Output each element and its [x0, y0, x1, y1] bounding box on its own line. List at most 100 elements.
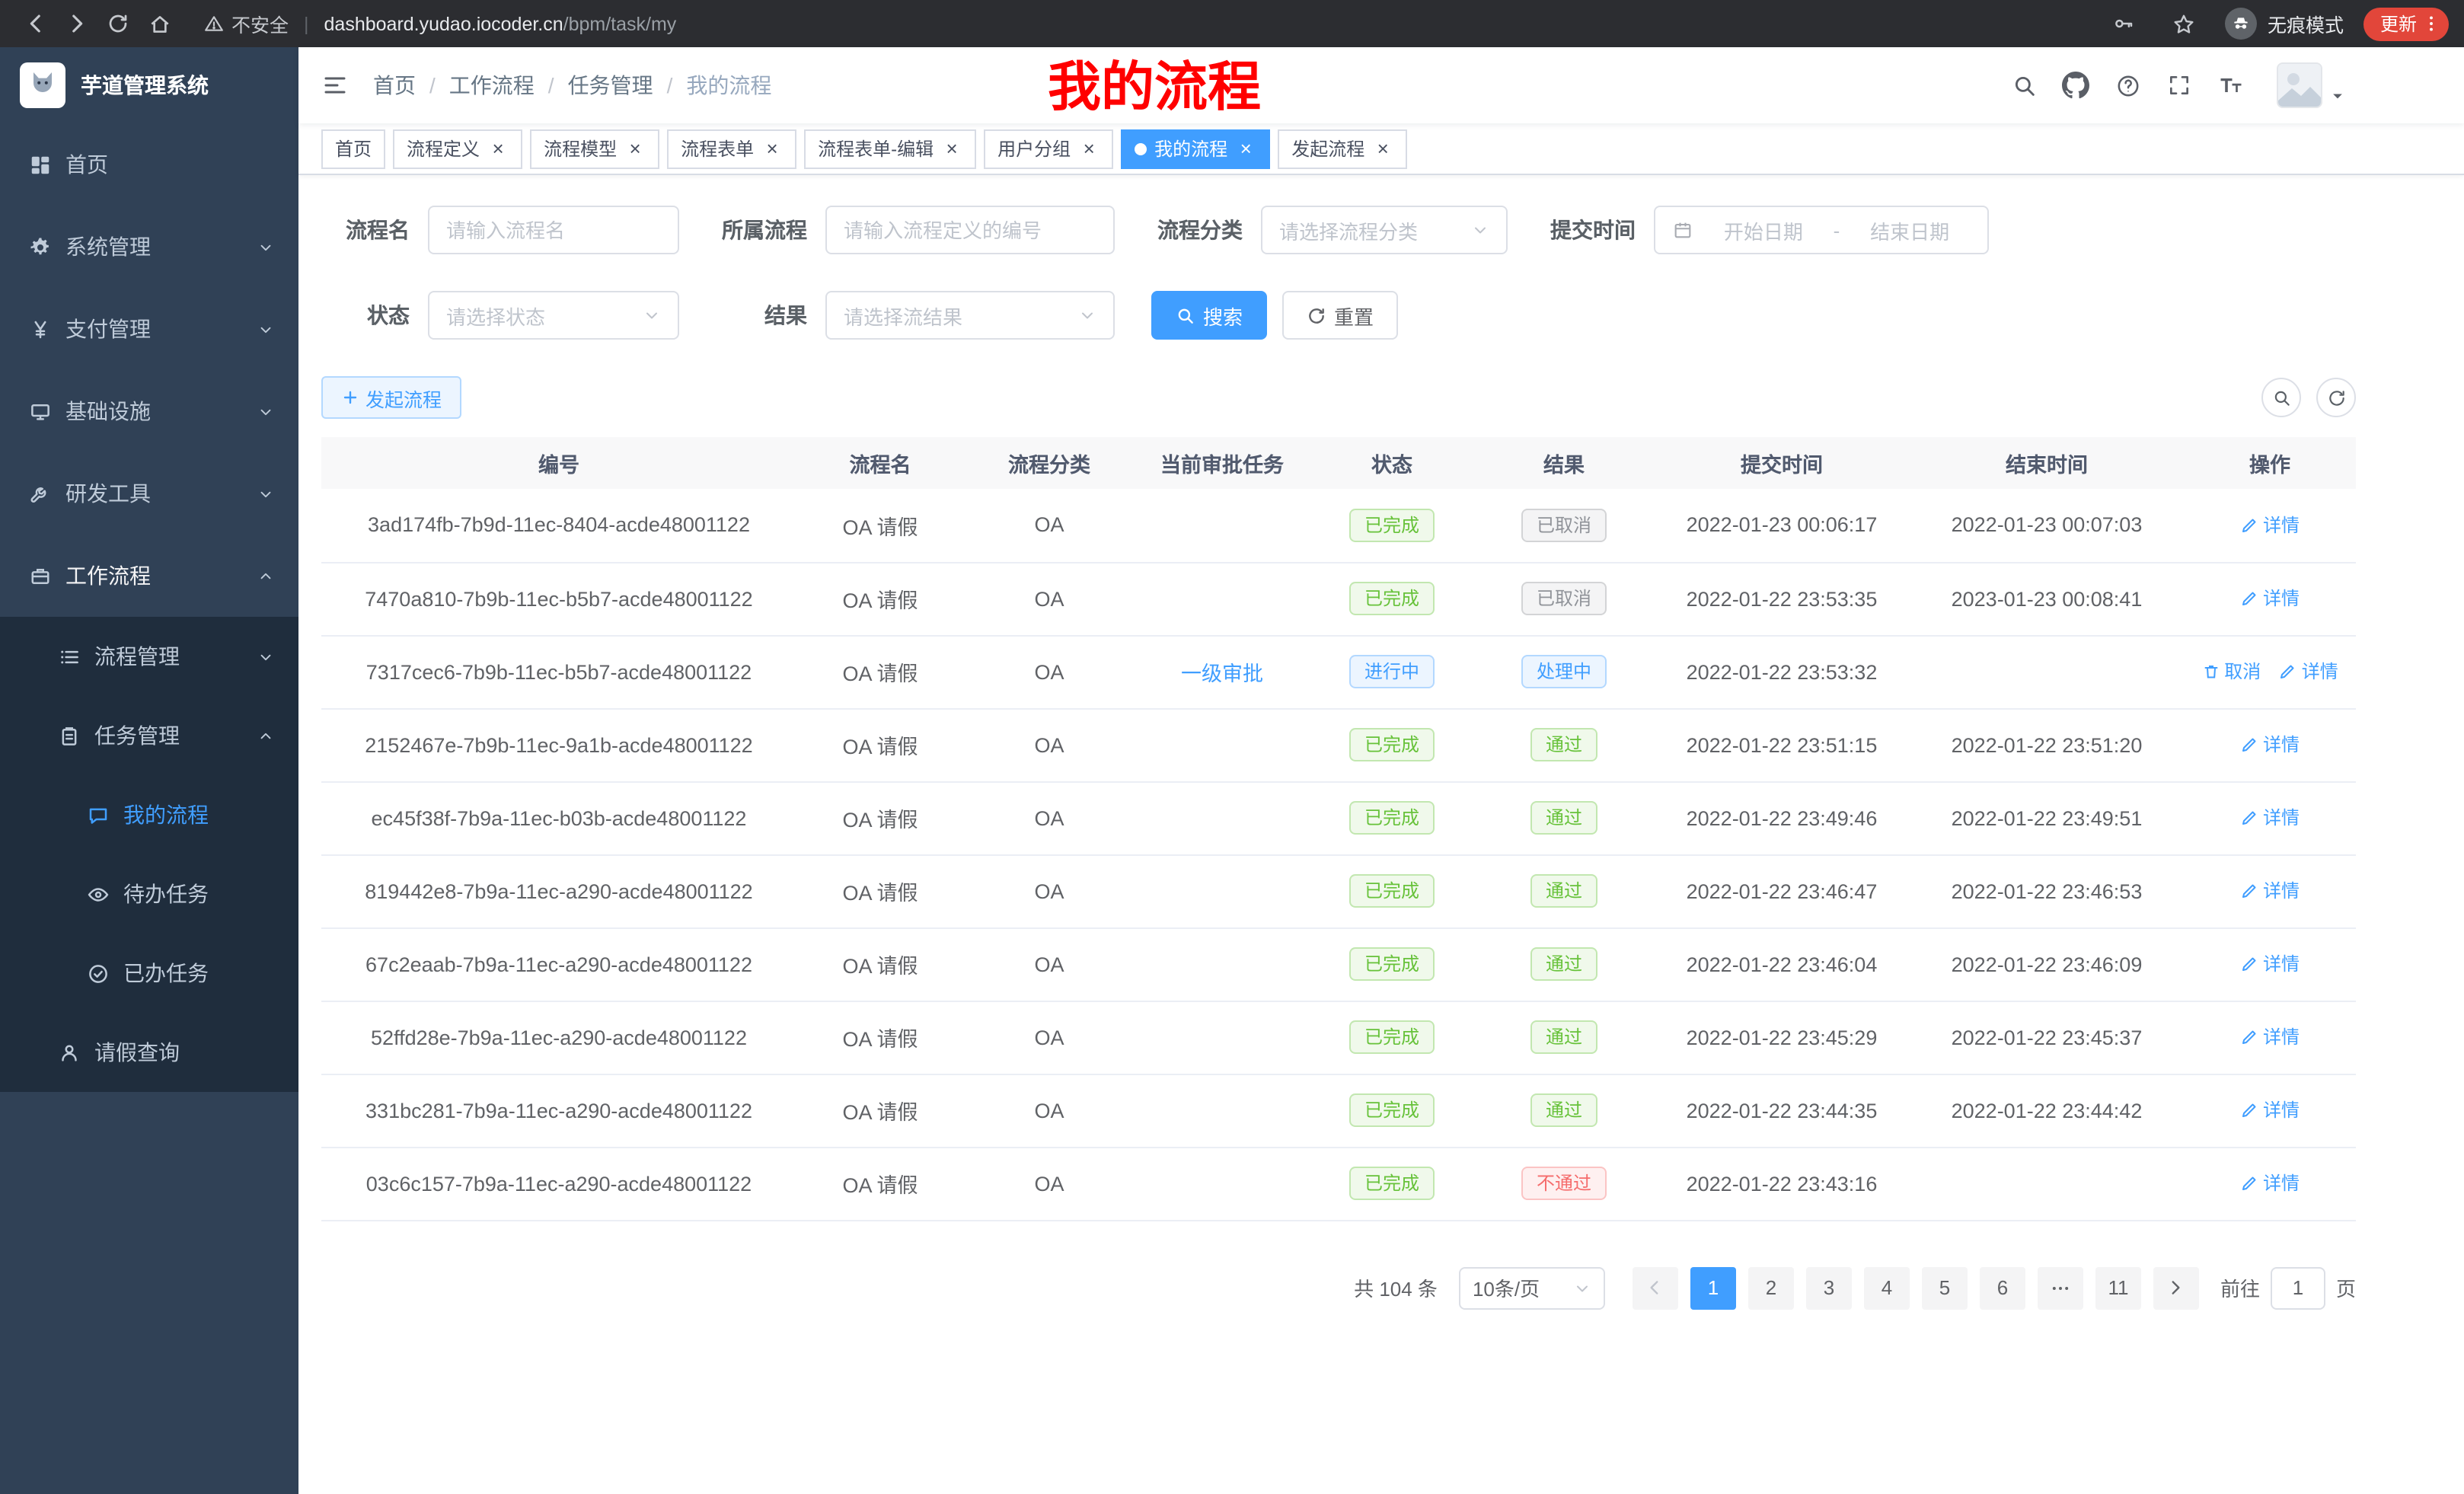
- sidebar-item-done-tasks[interactable]: 已办任务: [0, 934, 298, 1013]
- sidebar-toggle-button[interactable]: [321, 72, 349, 99]
- result-badge: 通过: [1530, 1020, 1597, 1054]
- more-dots-icon: [2050, 1277, 2071, 1298]
- tab-close-icon[interactable]: ×: [1372, 138, 1393, 159]
- cell-category: OA: [964, 927, 1135, 1001]
- process-definition-label: 所属流程: [716, 215, 807, 245]
- tab-home[interactable]: 首页: [321, 129, 385, 168]
- page-size-select[interactable]: 10条/页: [1459, 1266, 1605, 1309]
- chevron-right-icon: [2166, 1278, 2186, 1298]
- detail-link[interactable]: 详情: [2240, 1097, 2300, 1123]
- chevron-up-icon: [257, 727, 274, 744]
- search-button-label: 搜索: [1203, 301, 1243, 330]
- tab-process-model[interactable]: 流程模型×: [530, 129, 659, 168]
- page-button-5[interactable]: 5: [1922, 1266, 1968, 1309]
- sidebar-item-todo-tasks[interactable]: 待办任务: [0, 854, 298, 934]
- page-button-1[interactable]: 1: [1690, 1266, 1736, 1309]
- sidebar-item-workflow[interactable]: 工作流程: [0, 535, 298, 617]
- page-button-2[interactable]: 2: [1748, 1266, 1794, 1309]
- page-button-4[interactable]: 4: [1864, 1266, 1910, 1309]
- tab-close-icon[interactable]: ×: [487, 138, 509, 159]
- status-select[interactable]: 请选择状态: [428, 291, 679, 340]
- tab-process-form[interactable]: 流程表单×: [667, 129, 796, 168]
- tab-user-group[interactable]: 用户分组×: [984, 129, 1113, 168]
- next-page-button[interactable]: [2153, 1266, 2199, 1309]
- status-badge: 已完成: [1349, 1167, 1435, 1200]
- current-task-link[interactable]: 一级审批: [1181, 662, 1263, 685]
- result-select[interactable]: 请选择流结果: [825, 291, 1115, 340]
- fullscreen-button[interactable]: [2161, 67, 2197, 104]
- col-header-id: 编号: [321, 437, 796, 489]
- sidebar-item-my-process[interactable]: 我的流程: [0, 775, 298, 854]
- chevron-down-icon: [257, 403, 274, 420]
- user-menu[interactable]: [2277, 62, 2345, 108]
- tab-close-icon[interactable]: ×: [941, 138, 962, 159]
- submit-time-range-picker[interactable]: 开始日期 - 结束日期: [1654, 206, 1989, 254]
- forward-button[interactable]: [56, 3, 97, 44]
- cancel-link[interactable]: 取消: [2201, 659, 2261, 685]
- cell-process-name: OA 请假: [796, 1001, 964, 1074]
- edit-icon: [2240, 516, 2258, 534]
- app-logo[interactable]: 芋道管理系统: [0, 47, 298, 123]
- address-bar[interactable]: 不安全 | dashboard.yudao.iocoder.cn/bpm/tas…: [204, 9, 676, 38]
- start-process-button[interactable]: 发起流程: [321, 376, 461, 419]
- sidebar-item-infrastructure[interactable]: 基础设施: [0, 370, 298, 452]
- url-domain: dashboard.yudao.iocoder.cn: [324, 13, 563, 34]
- process-definition-input[interactable]: [844, 219, 1096, 241]
- status-badge: 已完成: [1349, 801, 1435, 835]
- more-pages-button[interactable]: [2038, 1266, 2083, 1309]
- chevron-down-icon: [1471, 221, 1489, 239]
- header-search-button[interactable]: [2006, 67, 2042, 104]
- detail-link[interactable]: 详情: [2240, 512, 2300, 538]
- sidebar-item-payment[interactable]: 支付管理: [0, 288, 298, 370]
- page-button-3[interactable]: 3: [1806, 1266, 1852, 1309]
- workflow-submenu: 流程管理 任务管理 我的流程 待办任务: [0, 617, 298, 1092]
- detail-link[interactable]: 详情: [2240, 878, 2300, 904]
- sidebar-item-task-management[interactable]: 任务管理: [0, 696, 298, 775]
- sidebar-item-process-management[interactable]: 流程管理: [0, 617, 298, 696]
- tab-start-process[interactable]: 发起流程×: [1278, 129, 1407, 168]
- tab-close-icon[interactable]: ×: [1235, 138, 1256, 159]
- detail-link[interactable]: 详情: [2240, 1170, 2300, 1196]
- sidebar-item-devtools[interactable]: 研发工具: [0, 452, 298, 535]
- detail-link[interactable]: 详情: [2240, 732, 2300, 758]
- tab-close-icon[interactable]: ×: [761, 138, 783, 159]
- list-icon: [58, 645, 81, 668]
- category-select[interactable]: 请选择流程分类: [1261, 206, 1508, 254]
- detail-link[interactable]: 详情: [2240, 586, 2300, 611]
- tab-close-icon[interactable]: ×: [1078, 138, 1100, 159]
- result-badge: 已取消: [1521, 582, 1607, 615]
- prev-page-button[interactable]: [1633, 1266, 1678, 1309]
- sidebar-item-leave-query[interactable]: 请假查询: [0, 1013, 298, 1092]
- sidebar-item-system[interactable]: 系统管理: [0, 206, 298, 288]
- search-button[interactable]: 搜索: [1151, 291, 1267, 340]
- sidebar-item-home[interactable]: 首页: [0, 123, 298, 206]
- home-button[interactable]: [139, 3, 180, 44]
- goto-page: 前往 页: [2220, 1266, 2356, 1309]
- update-button[interactable]: 更新: [2363, 7, 2449, 40]
- password-key-button[interactable]: [2103, 3, 2144, 44]
- refresh-table-button[interactable]: [2316, 378, 2356, 417]
- help-button[interactable]: [2109, 67, 2146, 104]
- detail-link[interactable]: 详情: [2279, 659, 2338, 685]
- tab-process-form-edit[interactable]: 流程表单-编辑×: [804, 129, 976, 168]
- page-button-11[interactable]: 11: [2095, 1266, 2141, 1309]
- tab-close-icon[interactable]: ×: [624, 138, 646, 159]
- page-button-6[interactable]: 6: [1980, 1266, 2025, 1309]
- process-name-input[interactable]: [446, 219, 661, 241]
- reload-button[interactable]: [97, 3, 139, 44]
- font-size-button[interactable]: [2213, 67, 2249, 104]
- toggle-search-button[interactable]: [2261, 378, 2301, 417]
- breadcrumb-home[interactable]: 首页: [373, 70, 416, 101]
- page-title-annotation: 我的流程: [1048, 61, 1261, 114]
- reset-button[interactable]: 重置: [1282, 291, 1398, 340]
- detail-link[interactable]: 详情: [2240, 951, 2300, 977]
- tab-my-process[interactable]: 我的流程×: [1121, 129, 1270, 168]
- back-button[interactable]: [15, 3, 56, 44]
- detail-link[interactable]: 详情: [2240, 1024, 2300, 1050]
- goto-page-input[interactable]: [2271, 1266, 2325, 1309]
- bookmark-star-button[interactable]: [2164, 3, 2205, 44]
- cell-category: OA: [964, 854, 1135, 927]
- github-link[interactable]: [2057, 67, 2094, 104]
- detail-link[interactable]: 详情: [2240, 805, 2300, 831]
- tab-process-definition[interactable]: 流程定义×: [393, 129, 522, 168]
